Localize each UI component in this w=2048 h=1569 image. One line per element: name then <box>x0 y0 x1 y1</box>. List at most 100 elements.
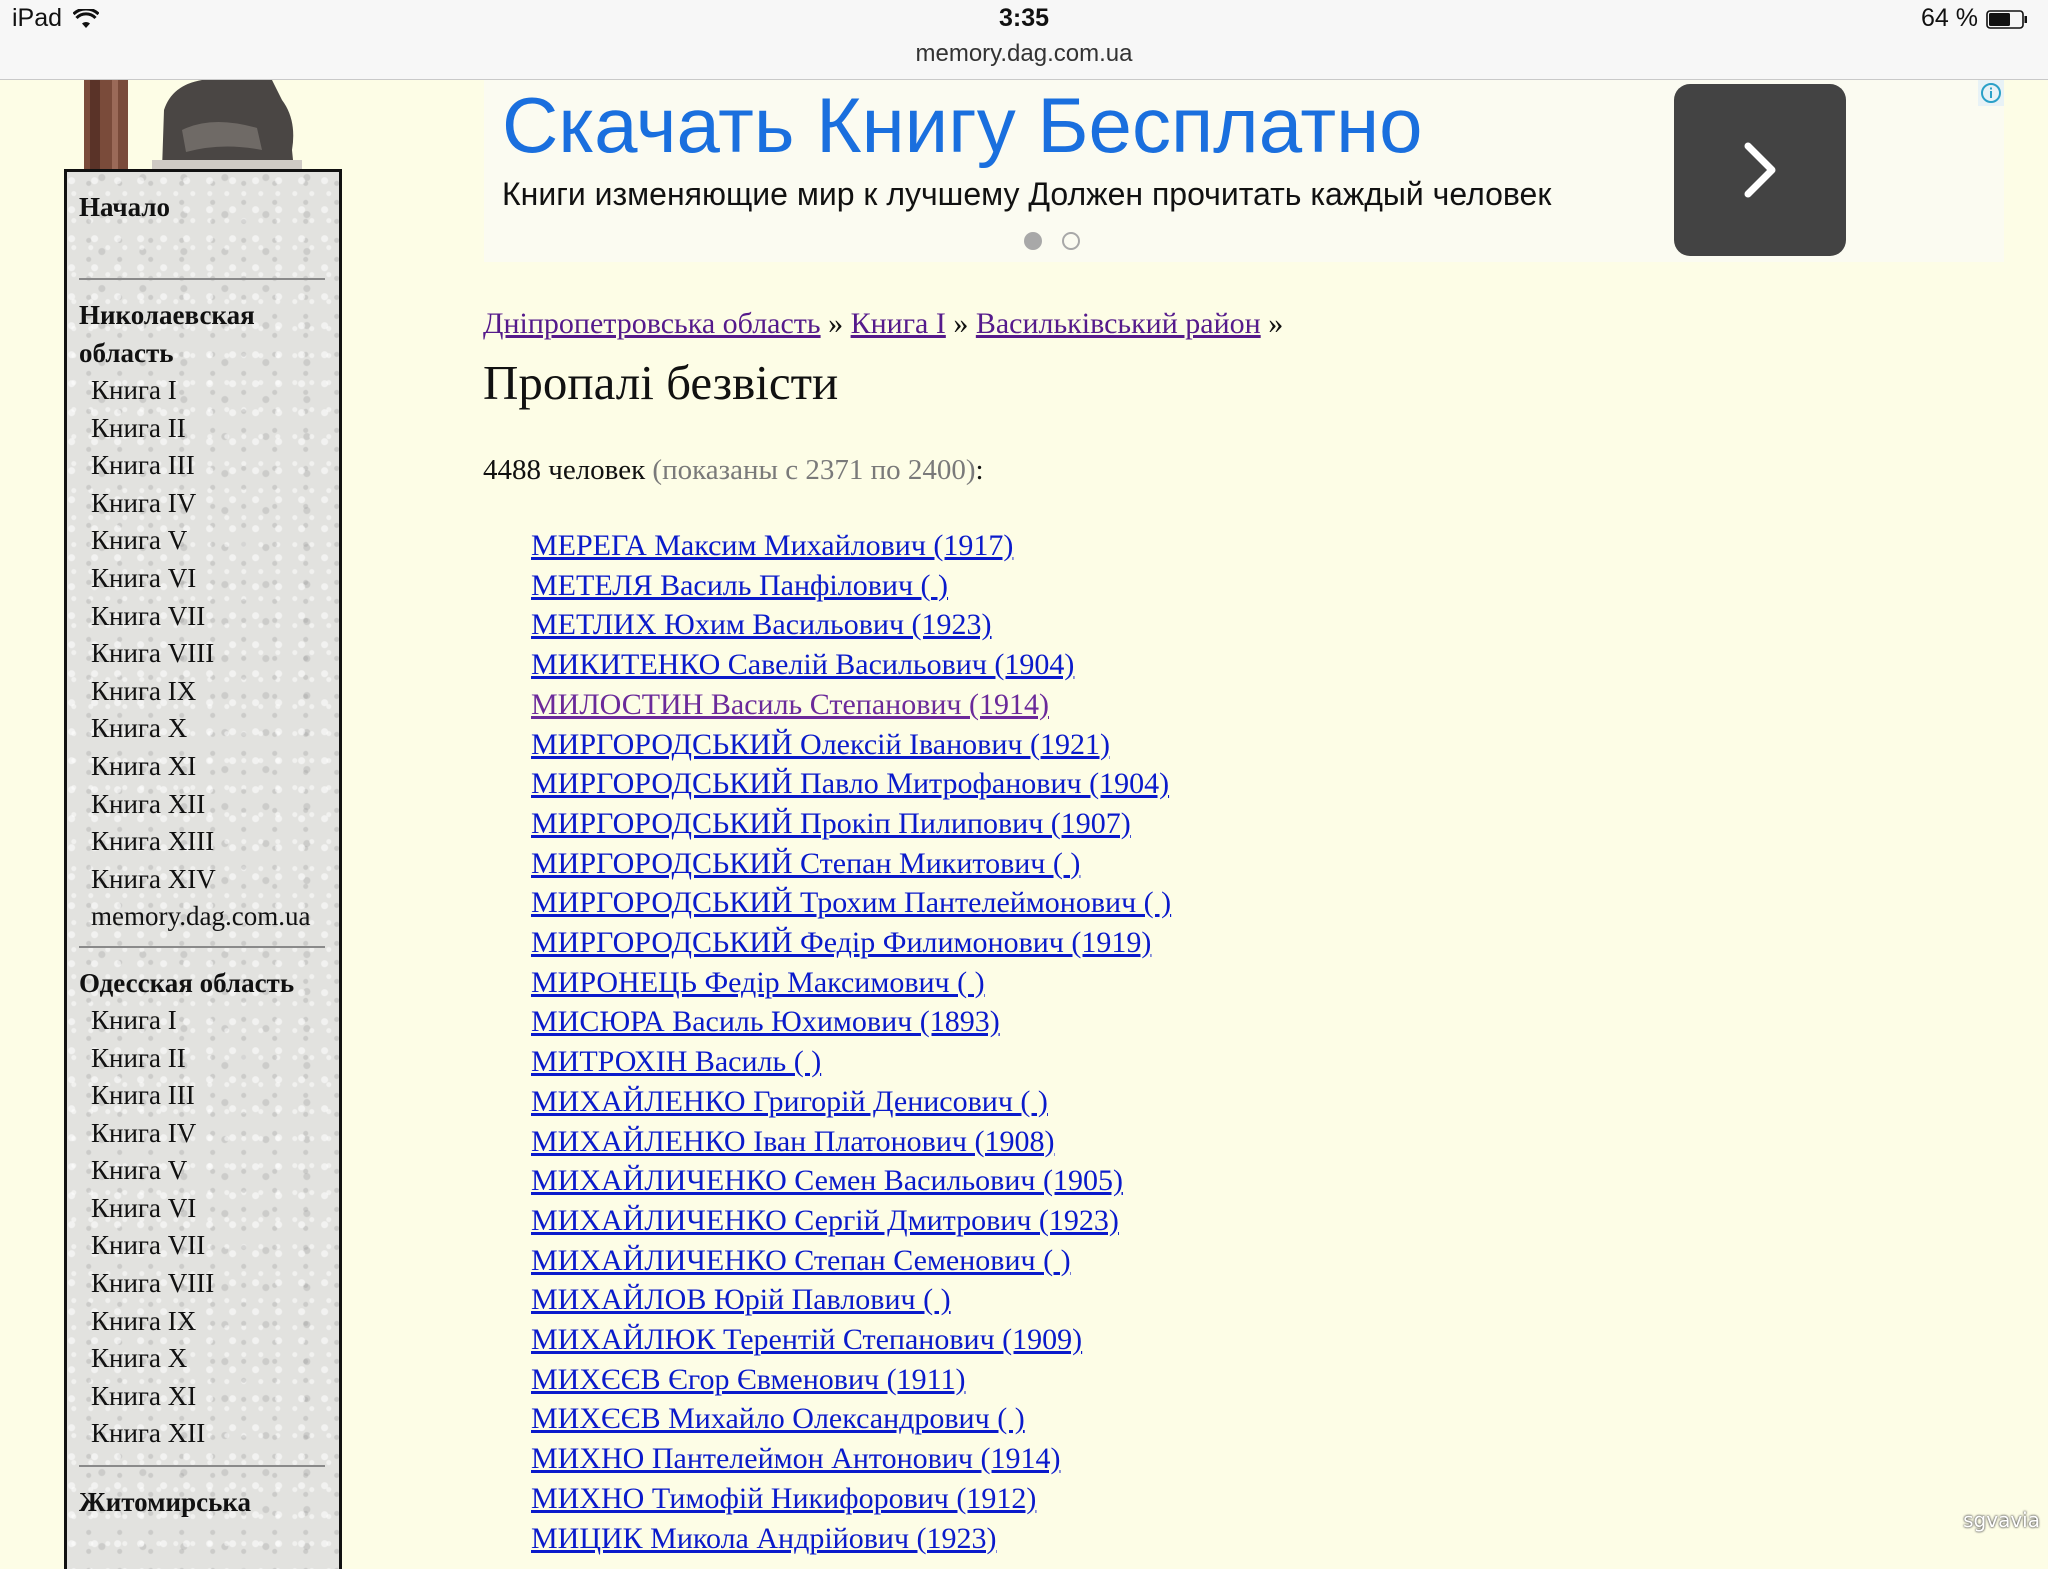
sidebar-section-title: Николаевская область <box>79 300 255 368</box>
address-bar-url[interactable]: memory.dag.com.ua <box>0 40 2048 68</box>
breadcrumb-separator: » <box>953 307 969 340</box>
sidebar-item-book-14[interactable]: Книга XIV <box>79 861 325 899</box>
sidebar-item-book-3[interactable]: Книга III <box>79 1077 325 1115</box>
info-icon[interactable] <box>1978 80 2004 106</box>
person-link[interactable]: МЕТЛИХ Юхим Васильович (1923) <box>531 608 992 641</box>
list-item: МИХЄЄВ Михайло Олександрович ( ) <box>531 1399 1983 1439</box>
person-link[interactable]: МИХАЙЛИЧЕНКО Семен Васильович (1905) <box>531 1164 1123 1197</box>
total-count: 4488 человек <box>483 454 646 486</box>
breadcrumb-separator: » <box>828 307 844 340</box>
sidebar-item-book-9[interactable]: Книга IX <box>79 1303 325 1341</box>
sidebar-item-book-13[interactable]: Книга XIII <box>79 823 325 861</box>
result-count: 4488 человек (показаны с 2371 по 2400): <box>483 450 1983 490</box>
sidebar-item-book-6[interactable]: Книга VI <box>79 560 325 598</box>
sidebar-item-book-5[interactable]: Книга V <box>79 1152 325 1190</box>
sidebar-item-book-3[interactable]: Книга III <box>79 447 325 485</box>
sidebar-item-book-11[interactable]: Книга XI <box>79 748 325 786</box>
person-link[interactable]: МИРГОРОДСЬКИЙ Степан Микитович ( ) <box>531 847 1080 880</box>
ad-title[interactable]: Скачать Книгу Бесплатно <box>502 80 1423 171</box>
list-item: МИХАЙЛЕНКО Григорій Денисович ( ) <box>531 1082 1983 1122</box>
sidebar-section-title: Одесская область <box>79 967 295 998</box>
sidebar-item-book-9[interactable]: Книга IX <box>79 673 325 711</box>
breadcrumb-book[interactable]: Книга I <box>851 307 946 340</box>
person-link[interactable]: МИХЄЄВ Михайло Олександрович ( ) <box>531 1402 1025 1435</box>
sidebar-item-book-12[interactable]: Книга XII <box>79 786 325 824</box>
sidebar-item-book-7[interactable]: Книга VII <box>79 1227 325 1265</box>
list-item: МИХЄЄВ Єгор Євменович (1911) <box>531 1360 1983 1400</box>
sidebar-item-book-10[interactable]: Книга X <box>79 1340 325 1378</box>
person-link[interactable]: МИЛОСТИН Василь Степанович (1914) <box>531 688 1049 721</box>
person-link[interactable]: МИХАЙЛЕНКО Іван Платонович (1908) <box>531 1125 1054 1158</box>
list-item: МИХАЙЛЮК Терентій Степанович (1909) <box>531 1320 1983 1360</box>
sidebar-item-book-7[interactable]: Книга VII <box>79 598 325 636</box>
sidebar-item-book-1[interactable]: Книга I <box>79 372 325 410</box>
sidebar-item-book-5[interactable]: Книга V <box>79 522 325 560</box>
list-item: МИРОНЕЦЬ Федір Максимович ( ) <box>531 963 1983 1003</box>
person-link[interactable]: МИХЄЄВ Єгор Євменович (1911) <box>531 1363 965 1396</box>
sidebar-divider <box>79 945 325 948</box>
ad-dot-active[interactable] <box>1024 232 1042 250</box>
list-item: МИРГОРОДСЬКИЙ Павло Митрофанович (1904) <box>531 764 1983 804</box>
page-title: Пропалі безвісти <box>483 355 839 410</box>
sidebar-item-book-2[interactable]: Книга II <box>79 1040 325 1078</box>
person-link[interactable]: МИХАЙЛЕНКО Григорій Денисович ( ) <box>531 1085 1048 1118</box>
person-link[interactable]: МЕРЕГА Максим Михайлович (1917) <box>531 529 1013 562</box>
ad-dot[interactable] <box>1062 232 1080 250</box>
person-link[interactable]: МИХНО Пантелеймон Антонович (1914) <box>531 1442 1060 1475</box>
sidebar-item-book-8[interactable]: Книга VIII <box>79 635 325 673</box>
list-item: МИРГОРОДСЬКИЙ Прокіп Пилипович (1907) <box>531 804 1983 844</box>
person-link[interactable]: МИСЮРА Василь Юхимович (1893) <box>531 1005 1000 1038</box>
person-link[interactable]: МИРОНЕЦЬ Федір Максимович ( ) <box>531 966 985 999</box>
sidebar-item-book-10[interactable]: Книга X <box>79 710 325 748</box>
sidebar-item-book-4[interactable]: Книга IV <box>79 485 325 523</box>
person-link[interactable]: МИХАЙЛОВ Юрій Павлович ( ) <box>531 1283 951 1316</box>
person-link[interactable]: МИХАЙЛЮК Терентій Степанович (1909) <box>531 1323 1082 1356</box>
list-item: МЕТЛИХ Юхим Васильович (1923) <box>531 605 1983 645</box>
browser-status-bar: iPad 3:35 64 % memory.dag.com.ua <box>0 0 2048 80</box>
list-item: МИХАЙЛЕНКО Іван Платонович (1908) <box>531 1122 1983 1162</box>
count-suffix: : <box>975 454 984 486</box>
person-link[interactable]: МИРГОРОДСЬКИЙ Павло Митрофанович (1904) <box>531 767 1169 800</box>
list-item: МИРГОРОДСЬКИЙ Олексій Іванович (1921) <box>531 725 1983 765</box>
ad-banner[interactable]: Скачать Книгу Бесплатно Книги изменяющие… <box>484 80 2004 262</box>
sidebar-section-odesa: Одесская область Книга I Книга II Книга … <box>67 964 339 1468</box>
list-item: МИХАЙЛОВ Юрій Павлович ( ) <box>531 1280 1983 1320</box>
sidebar-home-link[interactable]: Начало <box>79 188 325 226</box>
list-item: МИХНО Тимофій Никифорович (1912) <box>531 1479 1983 1519</box>
ad-open-button[interactable] <box>1674 84 1846 256</box>
sidebar-item-book-4[interactable]: Книга IV <box>79 1115 325 1153</box>
sidebar-item-book-6[interactable]: Книга VI <box>79 1190 325 1228</box>
ad-description[interactable]: Книги изменяющие мир к лучшему Должен пр… <box>502 176 1551 213</box>
person-link[interactable]: МИТРОХІН Василь ( ) <box>531 1045 821 1078</box>
person-link[interactable]: МИРГОРОДСЬКИЙ Прокіп Пилипович (1907) <box>531 807 1131 840</box>
list-item: МИЦИК Микола Андрійович (1923) <box>531 1519 1983 1559</box>
person-link[interactable]: МИХАЙЛИЧЕНКО Степан Семенович ( ) <box>531 1244 1071 1277</box>
person-link[interactable]: МИРГОРОДСЬКИЙ Трохим Пантелеймонович ( ) <box>531 886 1171 919</box>
people-list: МЕРЕГА Максим Михайлович (1917) МЕТЕЛЯ Ва… <box>483 526 1983 1558</box>
battery-percent: 64 % <box>1921 4 1978 32</box>
person-link[interactable]: МИРГОРОДСЬКИЙ Олексій Іванович (1921) <box>531 728 1110 761</box>
sidebar-item-book-12[interactable]: Книга XII <box>79 1415 325 1453</box>
breadcrumb-district[interactable]: Васильківський район <box>976 307 1261 340</box>
shown-range: (показаны с 2371 по 2400) <box>652 454 976 486</box>
sidebar-item-book-8[interactable]: Книга VIII <box>79 1265 325 1303</box>
site-header-image <box>82 80 322 170</box>
sidebar: Начало Николаевская область Книга I Книг… <box>64 169 342 1569</box>
person-link[interactable]: МИРГОРОДСЬКИЙ Федір Филимонович (1919) <box>531 926 1151 959</box>
breadcrumb-separator: » <box>1268 307 1284 340</box>
watermark: sgvavia <box>1963 1508 2040 1532</box>
sidebar-item-book-11[interactable]: Книга XI <box>79 1378 325 1416</box>
sidebar-item-book-2[interactable]: Книга II <box>79 410 325 448</box>
sidebar-section-title: Житомирська <box>79 1487 252 1518</box>
battery-icon <box>1986 10 2027 29</box>
list-item: МИХАЙЛИЧЕНКО Степан Семенович ( ) <box>531 1241 1983 1281</box>
sidebar-item-site-link[interactable]: memory.dag.com.ua <box>79 898 325 936</box>
person-link[interactable]: МИКИТЕНКО Савелій Васильович (1904) <box>531 648 1074 681</box>
person-link[interactable]: МИЦИК Микола Андрійович (1923) <box>531 1522 997 1555</box>
chevron-right-icon <box>1744 142 1776 198</box>
person-link[interactable]: МЕТЕЛЯ Василь Панфілович ( ) <box>531 569 948 602</box>
breadcrumb-region[interactable]: Дніпропетровська область <box>483 307 821 340</box>
person-link[interactable]: МИХНО Тимофій Никифорович (1912) <box>531 1482 1036 1515</box>
person-link[interactable]: МИХАЙЛИЧЕНКО Сергій Дмитрович (1923) <box>531 1204 1119 1237</box>
sidebar-item-book-1[interactable]: Книга I <box>79 1002 325 1040</box>
